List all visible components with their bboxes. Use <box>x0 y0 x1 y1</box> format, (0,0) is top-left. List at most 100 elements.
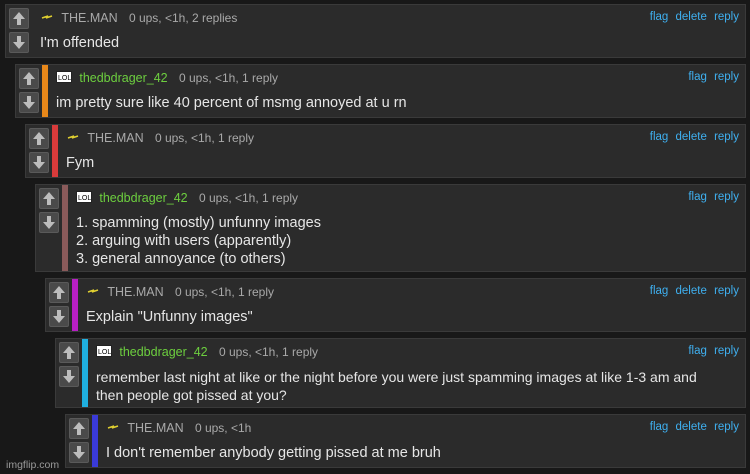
comment-meta: 0 ups, <1h, 1 reply <box>174 285 275 299</box>
thread-bar <box>42 65 48 117</box>
comment-line: then people got pissed at you? <box>96 387 287 403</box>
upvote-button[interactable] <box>9 8 29 29</box>
delete-link[interactable]: delete <box>676 131 707 143</box>
downvote-button[interactable] <box>29 152 49 173</box>
username[interactable]: THE.MAN <box>127 421 183 435</box>
comment-line: I don't remember anybody getting pissed … <box>106 445 441 461</box>
reply-link[interactable]: reply <box>714 421 739 433</box>
comment-meta: 0 ups, <1h <box>194 421 252 435</box>
upvote-button[interactable] <box>39 188 59 209</box>
flag-link[interactable]: flag <box>650 421 669 433</box>
vote-controls <box>36 185 62 271</box>
reply-link[interactable]: reply <box>714 285 739 297</box>
comment-meta: 0 ups, <1h, 1 reply <box>198 191 299 205</box>
comment-line: 1. spamming (mostly) unfunny images <box>76 215 321 231</box>
downvote-button[interactable] <box>9 32 29 53</box>
thread-bar <box>62 185 68 271</box>
username[interactable]: thedbdrager_42 <box>99 191 187 205</box>
arrow-up-icon <box>13 12 25 25</box>
flag-link[interactable]: flag <box>688 71 707 83</box>
comment-text: I'm offended <box>40 34 737 52</box>
delete-link[interactable]: delete <box>676 11 707 23</box>
bolt-icon <box>66 132 80 146</box>
svg-text:LOL: LOL <box>78 195 91 202</box>
flag-link[interactable]: flag <box>650 285 669 297</box>
thread-bar <box>72 279 78 331</box>
downvote-button[interactable] <box>19 92 39 113</box>
comment-header: LOL thedbdrager_42 0 ups, <1h, 1 reply f… <box>56 71 739 87</box>
flag-link[interactable]: flag <box>650 131 669 143</box>
comment-meta: 0 ups, <1h, 1 reply <box>218 345 319 359</box>
comment-line: I'm offended <box>40 35 120 51</box>
delete-link[interactable]: delete <box>676 285 707 297</box>
flag-link[interactable]: flag <box>688 345 707 357</box>
username[interactable]: THE.MAN <box>107 285 163 299</box>
upvote-button[interactable] <box>49 282 69 303</box>
comment-line: remember last night at like or the night… <box>96 369 697 385</box>
comment-actions: flag reply <box>684 191 739 203</box>
comment-text: I don't remember anybody getting pissed … <box>106 444 737 462</box>
vote-controls <box>56 339 82 407</box>
comment-text: Fym <box>66 154 737 172</box>
vote-controls <box>66 415 92 467</box>
arrow-down-icon <box>23 96 35 109</box>
downvote-button[interactable] <box>59 366 79 387</box>
comment-text: im pretty sure like 40 percent of msmg a… <box>56 94 737 112</box>
username[interactable]: thedbdrager_42 <box>119 345 207 359</box>
vote-controls <box>16 65 42 117</box>
delete-link[interactable]: delete <box>676 421 707 433</box>
svg-text:LOL: LOL <box>98 349 111 356</box>
reply-link[interactable]: reply <box>714 345 739 357</box>
comment-header: THE.MAN 0 ups, <1h flag delete reply <box>106 421 739 437</box>
lol-icon: LOL <box>56 71 72 86</box>
comment-header: LOL thedbdrager_42 0 ups, <1h, 1 reply f… <box>96 345 739 361</box>
reply-link[interactable]: reply <box>714 11 739 23</box>
comment-meta: 0 ups, <1h, 1 reply <box>178 71 279 85</box>
comment: LOL thedbdrager_42 0 ups, <1h, 1 reply f… <box>15 64 746 118</box>
upvote-button[interactable] <box>59 342 79 363</box>
bolt-icon <box>106 422 120 436</box>
upvote-button[interactable] <box>69 418 89 439</box>
comment: LOL thedbdrager_42 0 ups, <1h, 1 reply f… <box>35 184 746 272</box>
downvote-button[interactable] <box>69 442 89 463</box>
comment: THE.MAN 0 ups, <1h, 1 reply flag delete … <box>25 124 746 178</box>
arrow-up-icon <box>63 346 75 359</box>
flag-link[interactable]: flag <box>650 11 669 23</box>
comment-header: THE.MAN 0 ups, <1h, 1 reply flag delete … <box>66 131 739 147</box>
watermark: imgflip.com <box>6 459 60 471</box>
vote-controls <box>26 125 52 177</box>
username[interactable]: THE.MAN <box>87 131 143 145</box>
comment-line: 2. arguing with users (apparently) <box>76 233 292 249</box>
comment-header: THE.MAN 0 ups, <1h, 2 replies flag delet… <box>40 11 739 27</box>
reply-link[interactable]: reply <box>714 191 739 203</box>
comment-actions: flag reply <box>684 71 739 83</box>
comment-line: Explain "Unfunny images" <box>86 309 253 325</box>
upvote-button[interactable] <box>29 128 49 149</box>
comment-actions: flag delete reply <box>646 421 739 433</box>
comment-actions: flag delete reply <box>646 11 739 23</box>
username[interactable]: THE.MAN <box>61 11 117 25</box>
flag-link[interactable]: flag <box>688 191 707 203</box>
arrow-down-icon <box>43 216 55 229</box>
reply-link[interactable]: reply <box>714 71 739 83</box>
thread-bar <box>92 415 98 467</box>
reply-link[interactable]: reply <box>714 131 739 143</box>
arrow-down-icon <box>53 310 65 323</box>
upvote-button[interactable] <box>19 68 39 89</box>
comment-line: im pretty sure like 40 percent of msmg a… <box>56 95 407 111</box>
comment-line: Fym <box>66 155 95 171</box>
username[interactable]: thedbdrager_42 <box>79 71 167 85</box>
comment: LOL thedbdrager_42 0 ups, <1h, 1 reply f… <box>55 338 746 408</box>
comment-actions: flag delete reply <box>646 285 739 297</box>
comment-meta: 0 ups, <1h, 1 reply <box>154 131 255 145</box>
comment-actions: flag delete reply <box>646 131 739 143</box>
comment-header: THE.MAN 0 ups, <1h, 1 reply flag delete … <box>86 285 739 301</box>
arrow-up-icon <box>23 72 35 85</box>
arrow-down-icon <box>63 370 75 383</box>
lol-icon: LOL <box>76 191 92 206</box>
vote-controls <box>46 279 72 331</box>
downvote-button[interactable] <box>49 306 69 327</box>
comment: THE.MAN 0 ups, <1h, 1 reply flag delete … <box>45 278 746 332</box>
comment-line: 3. general annoyance (to others) <box>76 251 286 267</box>
downvote-button[interactable] <box>39 212 59 233</box>
